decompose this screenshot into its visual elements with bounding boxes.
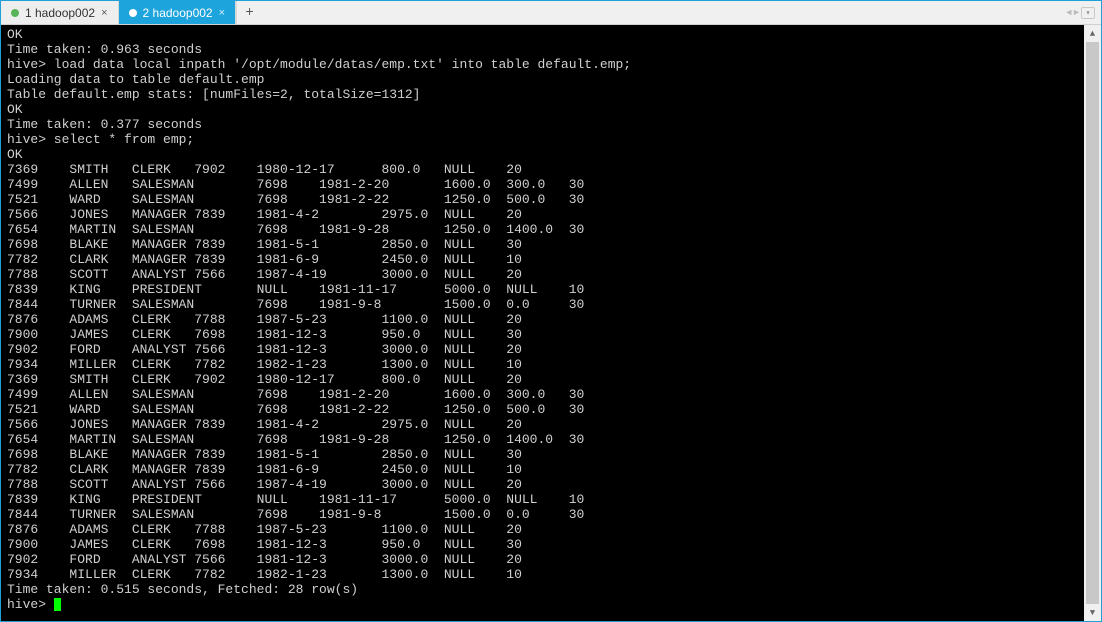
- prev-tab-icon[interactable]: ◄: [1066, 8, 1071, 18]
- status-dot-icon: [129, 9, 137, 17]
- terminal-area: OK Time taken: 0.963 seconds hive> load …: [1, 25, 1101, 621]
- hive-prompt[interactable]: hive>: [7, 597, 54, 612]
- tab-hadoop002-1[interactable]: 1 hadoop002 ×: [1, 1, 119, 24]
- tab-hadoop002-2[interactable]: 2 hadoop002 ×: [119, 1, 237, 24]
- scrollbar-thumb[interactable]: [1086, 42, 1099, 604]
- terminal-output[interactable]: OK Time taken: 0.963 seconds hive> load …: [1, 25, 1084, 621]
- close-icon[interactable]: ×: [101, 7, 107, 19]
- status-dot-icon: [11, 9, 19, 17]
- tab-bar: 1 hadoop002 × 2 hadoop002 × + ◄ ► ▾: [1, 1, 1101, 25]
- scroll-down-icon[interactable]: ▼: [1084, 604, 1101, 621]
- tab-menu-icon[interactable]: ▾: [1081, 7, 1095, 19]
- tab-label: 2 hadoop002: [143, 6, 213, 20]
- close-icon[interactable]: ×: [219, 7, 225, 19]
- new-tab-button[interactable]: +: [236, 1, 262, 24]
- tabbar-controls: ◄ ► ▾: [1066, 1, 1101, 24]
- app-window: 1 hadoop002 × 2 hadoop002 × + ◄ ► ▾ OK T…: [0, 0, 1102, 622]
- next-tab-icon[interactable]: ►: [1074, 8, 1079, 18]
- vertical-scrollbar[interactable]: ▲ ▼: [1084, 25, 1101, 621]
- scrollbar-track[interactable]: [1084, 42, 1101, 604]
- scroll-up-icon[interactable]: ▲: [1084, 25, 1101, 42]
- cursor-icon: [54, 598, 61, 611]
- tab-label: 1 hadoop002: [25, 6, 95, 20]
